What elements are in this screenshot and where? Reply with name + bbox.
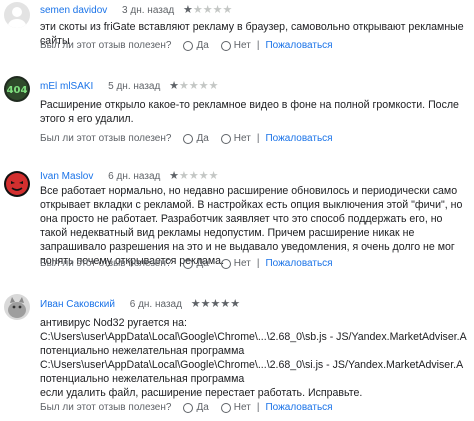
rating-stars: ★★★★★ xyxy=(169,80,218,92)
star-filled-icon: ★ xyxy=(190,298,201,310)
review-text-body: Все работает нормально, но недавно расши… xyxy=(40,185,463,267)
review-header: Иван Саковский 6 дн. назад ★★★★★ xyxy=(40,297,240,310)
report-link[interactable]: Пожаловаться xyxy=(265,133,332,144)
star-empty-icon: ★ xyxy=(202,4,213,16)
review-date: 3 дн. назад xyxy=(122,5,175,16)
no-label[interactable]: Нет xyxy=(234,258,251,269)
no-radio[interactable] xyxy=(220,133,231,144)
yes-label[interactable]: Да xyxy=(196,258,208,269)
star-empty-icon: ★ xyxy=(192,4,203,16)
report-link[interactable]: Пожаловаться xyxy=(265,402,332,413)
star-filled-icon: ★ xyxy=(183,4,193,16)
review-text-body: антивирус Nod32 ругается на: C:\Users\us… xyxy=(40,317,467,399)
helpful-row: Был ли этот отзыв полезен? Да Нет | Пожа… xyxy=(40,133,333,144)
avatar-icon[interactable] xyxy=(4,2,30,28)
review-date: 6 дн. назад xyxy=(129,299,182,310)
review-header: Ivan Maslov 6 дн. назад ★★★★★ xyxy=(40,169,219,182)
helpful-row: Был ли этот отзыв полезен? Да Нет | Пожа… xyxy=(40,258,333,269)
helpful-row: Был ли этот отзыв полезен? Да Нет | Пожа… xyxy=(40,402,333,413)
separator: | xyxy=(256,402,260,413)
separator: | xyxy=(256,133,260,144)
separator: | xyxy=(256,40,260,51)
svg-text:404: 404 xyxy=(7,85,28,96)
star-filled-icon: ★ xyxy=(230,298,241,310)
star-empty-icon: ★ xyxy=(198,170,209,182)
review-text: Расширение открыло какое-то рекламное ви… xyxy=(40,98,472,126)
no-radio[interactable] xyxy=(220,402,231,413)
star-empty-icon: ★ xyxy=(188,80,199,92)
star-empty-icon: ★ xyxy=(208,80,219,92)
star-filled-icon: ★ xyxy=(200,298,211,310)
avatar-icon[interactable]: 404 xyxy=(4,76,30,102)
author-name[interactable]: semen davidov xyxy=(40,5,107,16)
author-name[interactable]: Ivan Maslov xyxy=(40,171,93,182)
star-filled-icon: ★ xyxy=(169,80,179,92)
review-date: 5 дн. назад xyxy=(108,81,161,92)
avatar-icon[interactable] xyxy=(4,171,30,197)
star-filled-icon: ★ xyxy=(169,170,180,182)
no-radio[interactable] xyxy=(220,258,231,269)
separator: | xyxy=(256,258,260,269)
report-link[interactable]: Пожаловаться xyxy=(265,258,332,269)
yes-label[interactable]: Да xyxy=(196,402,208,413)
star-empty-icon: ★ xyxy=(188,170,199,182)
yes-radio[interactable] xyxy=(183,40,194,51)
star-empty-icon: ★ xyxy=(222,4,233,16)
helpful-question: Был ли этот отзыв полезен? xyxy=(40,402,172,413)
review-header: semen davidov 3 дн. назад ★★★★★ xyxy=(40,3,232,16)
author-name[interactable]: mEl mlSAKI xyxy=(40,81,93,92)
helpful-question: Был ли этот отзыв полезен? xyxy=(40,40,172,51)
rating-stars: ★★★★★ xyxy=(191,298,240,310)
star-empty-icon: ★ xyxy=(208,170,219,182)
star-empty-icon: ★ xyxy=(179,170,189,182)
yes-radio[interactable] xyxy=(183,133,194,144)
yes-radio[interactable] xyxy=(183,402,194,413)
review-text-body: Расширение открыло какое-то рекламное ви… xyxy=(40,99,459,125)
review-date: 6 дн. назад xyxy=(108,171,161,182)
review-text: антивирус Nod32 ругается на: C:\Users\us… xyxy=(40,316,472,400)
star-filled-icon: ★ xyxy=(210,298,221,310)
helpful-question: Был ли этот отзыв полезен? xyxy=(40,133,172,144)
no-label[interactable]: Нет xyxy=(234,133,251,144)
yes-label[interactable]: Да xyxy=(196,40,208,51)
review-header: mEl mlSAKI 5 дн. назад ★★★★★ xyxy=(40,79,219,92)
avatar-icon[interactable] xyxy=(4,294,30,320)
yes-label[interactable]: Да xyxy=(196,133,208,144)
no-label[interactable]: Нет xyxy=(234,402,251,413)
author-name[interactable]: Иван Саковский xyxy=(40,299,115,310)
star-empty-icon: ★ xyxy=(179,80,189,92)
no-label[interactable]: Нет xyxy=(234,40,251,51)
helpful-question: Был ли этот отзыв полезен? xyxy=(40,258,172,269)
no-radio[interactable] xyxy=(220,40,231,51)
star-empty-icon: ★ xyxy=(198,80,209,92)
rating-stars: ★★★★★ xyxy=(183,4,232,16)
star-empty-icon: ★ xyxy=(212,4,223,16)
helpful-row: Был ли этот отзыв полезен? Да Нет | Пожа… xyxy=(40,40,333,51)
report-link[interactable]: Пожаловаться xyxy=(265,40,332,51)
review-text: Все работает нормально, но недавно расши… xyxy=(40,184,472,268)
star-filled-icon: ★ xyxy=(220,298,231,310)
yes-radio[interactable] xyxy=(183,258,194,269)
rating-stars: ★★★★★ xyxy=(169,170,218,182)
